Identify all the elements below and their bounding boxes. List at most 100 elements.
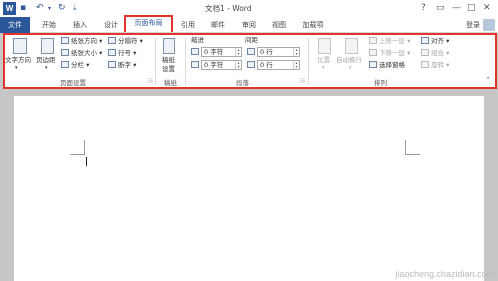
- tab-view[interactable]: 视图: [269, 17, 289, 33]
- watermark-text: jiaocheng.chazidian.com: [395, 269, 494, 279]
- breaks-icon: [108, 37, 116, 44]
- bring-forward-icon: [369, 37, 377, 44]
- document-title: 文档1 - Word: [205, 4, 252, 13]
- align-icon: [421, 37, 429, 44]
- paper-size-button[interactable]: 纸张大小 ▾: [61, 48, 102, 58]
- page-setup-launcher-icon[interactable]: ◲: [148, 78, 153, 84]
- crop-mark-top-right-h: [405, 154, 420, 155]
- crop-mark-top-right-v: [405, 140, 406, 155]
- crop-mark-top-left-h: [70, 154, 85, 155]
- margins-icon: [41, 38, 54, 54]
- wrap-text-dropdown-icon[interactable]: ▾: [349, 63, 352, 73]
- sign-in-link[interactable]: 登录: [466, 17, 480, 33]
- group-icon: [421, 49, 429, 56]
- margins-dropdown-icon[interactable]: ▾: [45, 63, 48, 73]
- tab-page-layout[interactable]: 页面布局: [124, 15, 173, 32]
- tab-review[interactable]: 审阅: [239, 17, 259, 33]
- position-dropdown-icon[interactable]: ▾: [322, 63, 325, 73]
- indent-right-stepper[interactable]: ▴ ▾: [235, 61, 241, 69]
- line-numbers-icon: [108, 49, 116, 56]
- maximize-icon[interactable]: □: [467, 1, 476, 16]
- spacing-before-stepper[interactable]: ▴ ▾: [293, 48, 299, 56]
- manuscript-setup-button-line2[interactable]: 设置: [162, 64, 175, 74]
- spacing-before-value: 0 行: [260, 48, 273, 56]
- send-backward-icon: [369, 49, 377, 56]
- spacing-after-icon: [247, 61, 255, 68]
- customize-quick-access-icon[interactable]: ⇣: [72, 1, 78, 16]
- orientation-button[interactable]: 纸张方向 ▾: [61, 36, 102, 46]
- hyphenation-label: 断字: [118, 61, 131, 69]
- group-button[interactable]: 组合 ▾: [421, 48, 449, 58]
- ribbon-display-options-icon[interactable]: ▭: [436, 1, 445, 16]
- indent-left-field[interactable]: 0 字符 ▴ ▾: [201, 47, 242, 57]
- rotate-icon: [421, 61, 429, 68]
- arrange-group-label: 排列: [374, 79, 387, 87]
- document-page[interactable]: [14, 96, 484, 281]
- text-cursor: [86, 157, 87, 166]
- minimize-icon[interactable]: —: [452, 1, 461, 16]
- rotate-label: 旋转: [431, 61, 444, 69]
- columns-label: 分栏: [71, 61, 84, 69]
- redo-icon[interactable]: ↻: [58, 1, 66, 16]
- indent-right-field[interactable]: 0 字符 ▴ ▾: [201, 60, 242, 70]
- send-backward-label: 下移一层: [379, 49, 405, 57]
- avatar[interactable]: [483, 19, 495, 31]
- paper-size-icon: [61, 49, 69, 56]
- spacing-before-field[interactable]: 0 行 ▴ ▾: [257, 47, 300, 57]
- indent-right-value: 0 字符: [204, 61, 224, 69]
- manuscript-icon: [163, 38, 175, 54]
- manuscript-group-label: 稿纸: [164, 79, 177, 87]
- columns-icon: [61, 61, 69, 68]
- group-divider: [185, 38, 186, 85]
- selection-pane-label: 选择窗格: [379, 61, 405, 69]
- ribbon-tabs: 文件 开始 插入 设计 页面布局 引用 邮件 审阅 视图 加载项 登录: [0, 15, 498, 33]
- columns-button[interactable]: 分栏 ▾: [61, 60, 89, 70]
- page-setup-group-label: 页面设置: [60, 79, 86, 87]
- paragraph-launcher-icon[interactable]: ◲: [300, 78, 305, 84]
- paragraph-group-label: 段落: [236, 79, 249, 87]
- tab-add-ins[interactable]: 加载项: [299, 17, 327, 33]
- indent-left-stepper[interactable]: ▴ ▾: [235, 48, 241, 56]
- spacing-after-field[interactable]: 0 行 ▴ ▾: [257, 60, 300, 70]
- spacing-after-stepper[interactable]: ▴ ▾: [293, 61, 299, 69]
- selection-pane-icon: [369, 61, 377, 68]
- collapse-ribbon-icon[interactable]: ⌃: [485, 76, 491, 84]
- tab-home[interactable]: 开始: [38, 17, 60, 33]
- close-icon[interactable]: ✕: [483, 1, 491, 16]
- bring-forward-label: 上移一层: [379, 37, 405, 45]
- text-direction-dropdown-icon[interactable]: ▾: [15, 63, 18, 73]
- orientation-icon: [61, 37, 69, 44]
- rotate-button[interactable]: 旋转 ▾: [421, 60, 449, 70]
- tab-mailings[interactable]: 邮件: [208, 17, 228, 33]
- help-icon[interactable]: ?: [421, 1, 426, 16]
- selection-pane-button[interactable]: 选择窗格: [369, 60, 405, 70]
- text-direction-button[interactable]: 文字方向: [5, 55, 31, 65]
- text-direction-icon: [13, 38, 27, 54]
- document-canvas: jiaocheng.chazidian.com: [0, 89, 498, 281]
- undo-dropdown-icon[interactable]: ▾: [48, 1, 51, 16]
- orientation-label: 纸张方向: [71, 37, 97, 45]
- title-bar: W ▪ ↶ ▾ ↻ ⇣ 文档1 - Word ? ▭ — □ ✕: [0, 0, 498, 17]
- hyphenation-button[interactable]: 断字 ▾: [108, 60, 136, 70]
- undo-icon[interactable]: ↶: [36, 1, 44, 16]
- word-logo-icon: W: [3, 2, 16, 15]
- ribbon-panel: 文字方向 ▾ 页边距 ▾ 纸张方向 ▾ 纸张大小 ▾ 分栏 ▾ 分隔符 ▾ 行号…: [3, 33, 497, 89]
- hyphenation-icon: [108, 61, 116, 68]
- align-button[interactable]: 对齐 ▾: [421, 36, 449, 46]
- tab-design[interactable]: 设计: [100, 17, 122, 33]
- wrap-text-icon: [345, 38, 358, 54]
- align-label: 对齐: [431, 37, 444, 45]
- crop-mark-top-left-v: [84, 140, 85, 155]
- spacing-after-value: 0 行: [260, 61, 273, 69]
- bring-forward-button[interactable]: 上移一层 ▾: [369, 36, 410, 46]
- tab-references[interactable]: 引用: [178, 17, 198, 33]
- tab-insert[interactable]: 插入: [69, 17, 91, 33]
- save-icon[interactable]: ▪: [20, 1, 26, 16]
- indent-header: 缩进: [191, 36, 204, 44]
- tab-file[interactable]: 文件: [0, 17, 30, 33]
- breaks-button[interactable]: 分隔符 ▾: [108, 36, 143, 46]
- group-divider: [308, 38, 309, 85]
- line-numbers-button[interactable]: 行号 ▾: [108, 48, 136, 58]
- breaks-label: 分隔符: [118, 37, 138, 45]
- send-backward-button[interactable]: 下移一层 ▾: [369, 48, 410, 58]
